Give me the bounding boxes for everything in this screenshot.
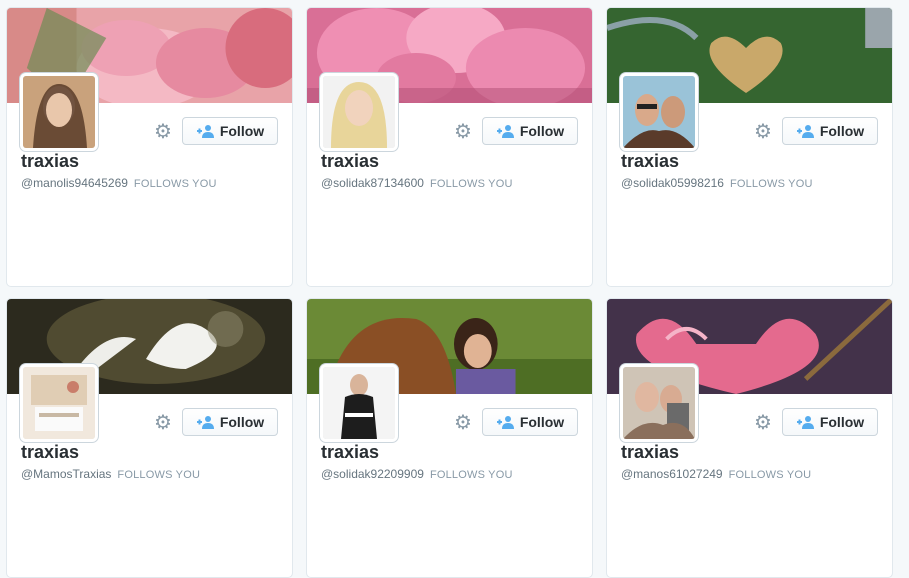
- display-name[interactable]: traxias: [621, 442, 679, 463]
- user-card: ⚙ Follow traxias @solidak87134600 FOLLOWS…: [306, 7, 593, 287]
- username[interactable]: @MamosTraxias: [21, 467, 111, 481]
- follow-button[interactable]: Follow: [182, 117, 278, 145]
- display-name[interactable]: traxias: [321, 151, 379, 172]
- add-user-icon: [196, 416, 214, 429]
- avatar[interactable]: [320, 364, 398, 442]
- display-name[interactable]: traxias: [321, 442, 379, 463]
- handle-row: @solidak87134600 FOLLOWS YOU: [321, 176, 513, 190]
- follow-button[interactable]: Follow: [782, 408, 878, 436]
- gear-icon[interactable]: ⚙: [453, 413, 473, 433]
- user-card: ⚙ Follow traxias @solidak05998216 FOLLOWS…: [606, 7, 893, 287]
- gear-icon[interactable]: ⚙: [153, 122, 173, 142]
- handle-row: @solidak05998216 FOLLOWS YOU: [621, 176, 813, 190]
- add-user-icon: [496, 125, 514, 138]
- add-user-icon: [796, 125, 814, 138]
- follows-you-badge: FOLLOWS YOU: [117, 469, 201, 481]
- avatar[interactable]: [620, 73, 698, 151]
- follows-you-badge: FOLLOWS YOU: [429, 178, 513, 190]
- avatar[interactable]: [620, 364, 698, 442]
- follow-label: Follow: [519, 414, 565, 430]
- avatar[interactable]: [20, 73, 98, 151]
- follow-label: Follow: [219, 414, 265, 430]
- handle-row: @manolis94645269 FOLLOWS YOU: [21, 176, 217, 190]
- follows-you-badge: FOLLOWS YOU: [133, 178, 217, 190]
- add-user-icon: [796, 416, 814, 429]
- avatar[interactable]: [320, 73, 398, 151]
- follows-you-badge: FOLLOWS YOU: [429, 469, 513, 481]
- user-card: ⚙ Follow traxias @solidak92209909 FOLLOWS…: [306, 298, 593, 578]
- handle-row: @solidak92209909 FOLLOWS YOU: [321, 467, 513, 481]
- handle-row: @MamosTraxias FOLLOWS YOU: [21, 467, 200, 481]
- user-card: ⚙ Follow traxias @manolis94645269 FOLLOWS…: [6, 7, 293, 287]
- follow-label: Follow: [219, 123, 265, 139]
- follows-you-badge: FOLLOWS YOU: [729, 178, 813, 190]
- username[interactable]: @manolis94645269: [21, 176, 128, 190]
- avatar[interactable]: [20, 364, 98, 442]
- gear-icon[interactable]: ⚙: [453, 122, 473, 142]
- display-name[interactable]: traxias: [621, 151, 679, 172]
- follows-you-badge: FOLLOWS YOU: [728, 469, 812, 481]
- user-card: ⚙ Follow traxias @MamosTraxias FOLLOWS YO…: [6, 298, 293, 578]
- add-user-icon: [196, 125, 214, 138]
- handle-row: @manos61027249 FOLLOWS YOU: [621, 467, 811, 481]
- follow-label: Follow: [519, 123, 565, 139]
- follow-label: Follow: [819, 123, 865, 139]
- username[interactable]: @manos61027249: [621, 467, 723, 481]
- gear-icon[interactable]: ⚙: [153, 413, 173, 433]
- follow-label: Follow: [819, 414, 865, 430]
- display-name[interactable]: traxias: [21, 442, 79, 463]
- follow-button[interactable]: Follow: [482, 408, 578, 436]
- follow-button[interactable]: Follow: [482, 117, 578, 145]
- username[interactable]: @solidak92209909: [321, 467, 424, 481]
- username[interactable]: @solidak05998216: [621, 176, 724, 190]
- follow-button[interactable]: Follow: [182, 408, 278, 436]
- add-user-icon: [496, 416, 514, 429]
- gear-icon[interactable]: ⚙: [753, 122, 773, 142]
- user-card: ⚙ Follow traxias @manos61027249 FOLLOWS Y…: [606, 298, 893, 578]
- follow-button[interactable]: Follow: [782, 117, 878, 145]
- display-name[interactable]: traxias: [21, 151, 79, 172]
- gear-icon[interactable]: ⚙: [753, 413, 773, 433]
- username[interactable]: @solidak87134600: [321, 176, 424, 190]
